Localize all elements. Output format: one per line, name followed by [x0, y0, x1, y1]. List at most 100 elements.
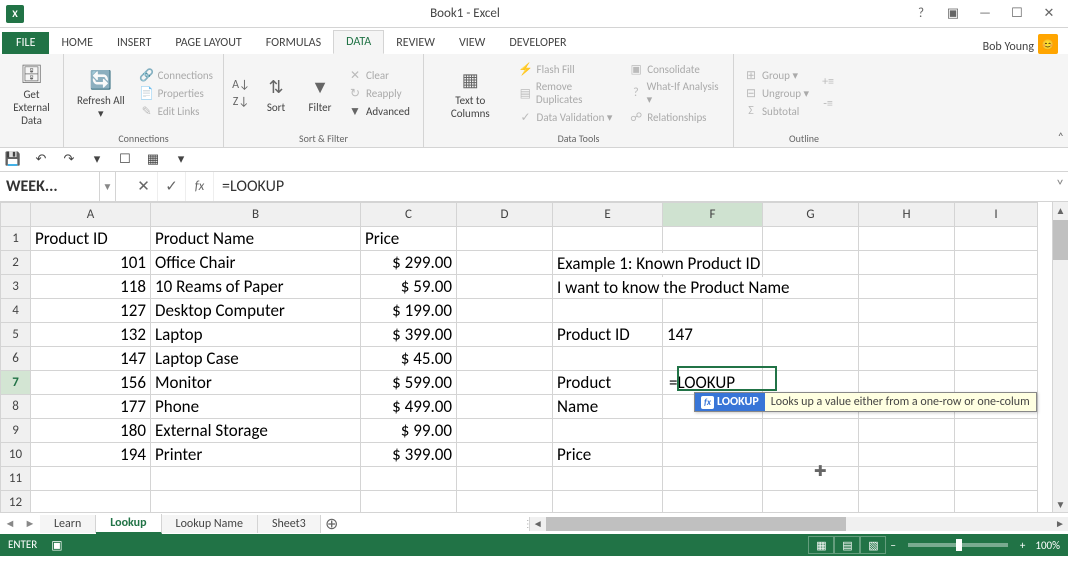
cell-D1[interactable]: [457, 227, 553, 251]
cell-C1[interactable]: Price: [361, 227, 457, 251]
cell-I6[interactable]: [955, 347, 1038, 371]
col-header-G[interactable]: G: [763, 203, 859, 227]
hide-detail-button[interactable]: -≡: [817, 96, 839, 112]
scroll-thumb[interactable]: [1053, 220, 1068, 260]
col-header-D[interactable]: D: [457, 203, 553, 227]
cell-D12[interactable]: [457, 491, 553, 513]
cell-H5[interactable]: [859, 323, 955, 347]
cell-H9[interactable]: [859, 419, 955, 443]
cell-E8[interactable]: Name: [553, 395, 663, 419]
expand-formula-bar[interactable]: ˅: [1052, 172, 1068, 201]
cell-E9[interactable]: [553, 419, 663, 443]
cell-G10[interactable]: [763, 443, 859, 467]
cell-H12[interactable]: [859, 491, 955, 513]
name-box-dropdown[interactable]: ▼: [100, 172, 116, 201]
scroll-down-button[interactable]: ▼: [1053, 496, 1068, 512]
cell-A4[interactable]: 127: [31, 299, 151, 323]
cell-F12[interactable]: [663, 491, 763, 513]
cell-D9[interactable]: [457, 419, 553, 443]
cell-A3[interactable]: 118: [31, 275, 151, 299]
enter-formula-button[interactable]: ✓: [158, 172, 186, 201]
col-header-E[interactable]: E: [553, 203, 663, 227]
cell-E3[interactable]: I want to know the Product Name: [553, 275, 663, 299]
cell-D11[interactable]: [457, 467, 553, 491]
cell-B12[interactable]: [151, 491, 361, 513]
sheet-nav-next[interactable]: ►: [20, 517, 40, 530]
cell-C5[interactable]: $ 399.00: [361, 323, 457, 347]
cell-D8[interactable]: [457, 395, 553, 419]
col-header-I[interactable]: I: [955, 203, 1038, 227]
reapply-button[interactable]: ↻Reapply: [344, 85, 414, 101]
page-break-view-button[interactable]: ▧: [860, 536, 886, 554]
tab-data[interactable]: DATA: [333, 30, 384, 54]
select-all-corner[interactable]: [1, 203, 31, 227]
cell-E5[interactable]: Product ID: [553, 323, 663, 347]
cell-I12[interactable]: [955, 491, 1038, 513]
cell-F9[interactable]: [663, 419, 763, 443]
cell-I9[interactable]: [955, 419, 1038, 443]
properties-button[interactable]: 📄Properties: [136, 85, 217, 101]
col-header-F[interactable]: F: [663, 203, 763, 227]
cell-H1[interactable]: [859, 227, 955, 251]
page-layout-view-button[interactable]: ▤: [834, 536, 860, 554]
refresh-all-button[interactable]: 🔄 Refresh All ▾: [70, 64, 132, 122]
cell-B5[interactable]: Laptop: [151, 323, 361, 347]
cell-A11[interactable]: [31, 467, 151, 491]
row-header-12[interactable]: 12: [1, 491, 31, 513]
col-header-H[interactable]: H: [859, 203, 955, 227]
user-name[interactable]: Bob Young: [983, 40, 1038, 54]
macro-record-icon[interactable]: ▣: [51, 538, 62, 553]
cell-A12[interactable]: [31, 491, 151, 513]
sort-button[interactable]: ⇅ Sort: [256, 71, 296, 116]
filter-button[interactable]: ▼ Filter: [300, 71, 340, 116]
undo-button[interactable]: ↶: [32, 151, 50, 169]
cell-B2[interactable]: Office Chair: [151, 251, 361, 275]
cell-C9[interactable]: $ 99.00: [361, 419, 457, 443]
row-header-10[interactable]: 10: [1, 443, 31, 467]
cell-B4[interactable]: Desktop Computer: [151, 299, 361, 323]
tab-home[interactable]: HOME: [49, 32, 105, 54]
sheet-tab-learn[interactable]: Learn: [40, 515, 96, 533]
text-to-columns-button[interactable]: ▦ Text to Columns: [430, 64, 511, 122]
cell-I7[interactable]: [955, 371, 1038, 395]
sort-za-button[interactable]: Z↓: [230, 94, 252, 110]
cell-H4[interactable]: [859, 299, 955, 323]
row-header-1[interactable]: 1: [1, 227, 31, 251]
remove-duplicates-button[interactable]: ▤Remove Duplicates: [515, 79, 622, 107]
cancel-formula-button[interactable]: ✕: [130, 172, 158, 201]
cell-I5[interactable]: [955, 323, 1038, 347]
cell-B7[interactable]: Monitor: [151, 371, 361, 395]
cell-F6[interactable]: [663, 347, 763, 371]
cell-B11[interactable]: [151, 467, 361, 491]
maximize-button[interactable]: ☐: [1002, 3, 1032, 25]
cell-G12[interactable]: [763, 491, 859, 513]
row-header-8[interactable]: 8: [1, 395, 31, 419]
row-header-5[interactable]: 5: [1, 323, 31, 347]
add-sheet-button[interactable]: ⊕: [321, 514, 343, 534]
cell-G2[interactable]: [763, 251, 859, 275]
cell-D5[interactable]: [457, 323, 553, 347]
qat-custom1[interactable]: ▾: [88, 151, 106, 169]
hscroll-thumb[interactable]: [546, 517, 846, 531]
tab-page-layout[interactable]: PAGE LAYOUT: [163, 32, 253, 54]
scroll-left-button[interactable]: ◄: [530, 517, 546, 530]
cell-E1[interactable]: [553, 227, 663, 251]
cell-I2[interactable]: [955, 251, 1038, 275]
cell-I4[interactable]: [955, 299, 1038, 323]
qat-customize[interactable]: ▾: [172, 151, 190, 169]
cell-A10[interactable]: 194: [31, 443, 151, 467]
subtotal-button[interactable]: ΣSubtotal: [740, 103, 813, 119]
cell-F10[interactable]: [663, 443, 763, 467]
cell-B3[interactable]: 10 Reams of Paper: [151, 275, 361, 299]
cell-I3[interactable]: [955, 275, 1038, 299]
sort-az-button[interactable]: A↓: [230, 77, 252, 93]
zoom-level[interactable]: 100%: [1035, 539, 1060, 552]
cell-D4[interactable]: [457, 299, 553, 323]
cell-I10[interactable]: [955, 443, 1038, 467]
edit-links-button[interactable]: ✎Edit Links: [136, 103, 217, 119]
sheet-table[interactable]: A B C D E F G H I 1Product IDProduct Nam…: [0, 202, 1038, 512]
sheet-tab-lookup-name[interactable]: Lookup Name: [162, 515, 258, 533]
cell-C11[interactable]: [361, 467, 457, 491]
cell-E11[interactable]: [553, 467, 663, 491]
tab-developer[interactable]: DEVELOPER: [497, 32, 578, 54]
